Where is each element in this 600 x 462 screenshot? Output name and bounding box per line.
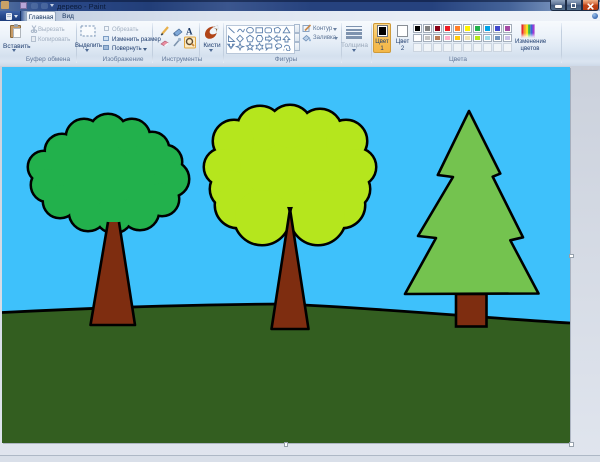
- svg-text:A: A: [186, 27, 193, 37]
